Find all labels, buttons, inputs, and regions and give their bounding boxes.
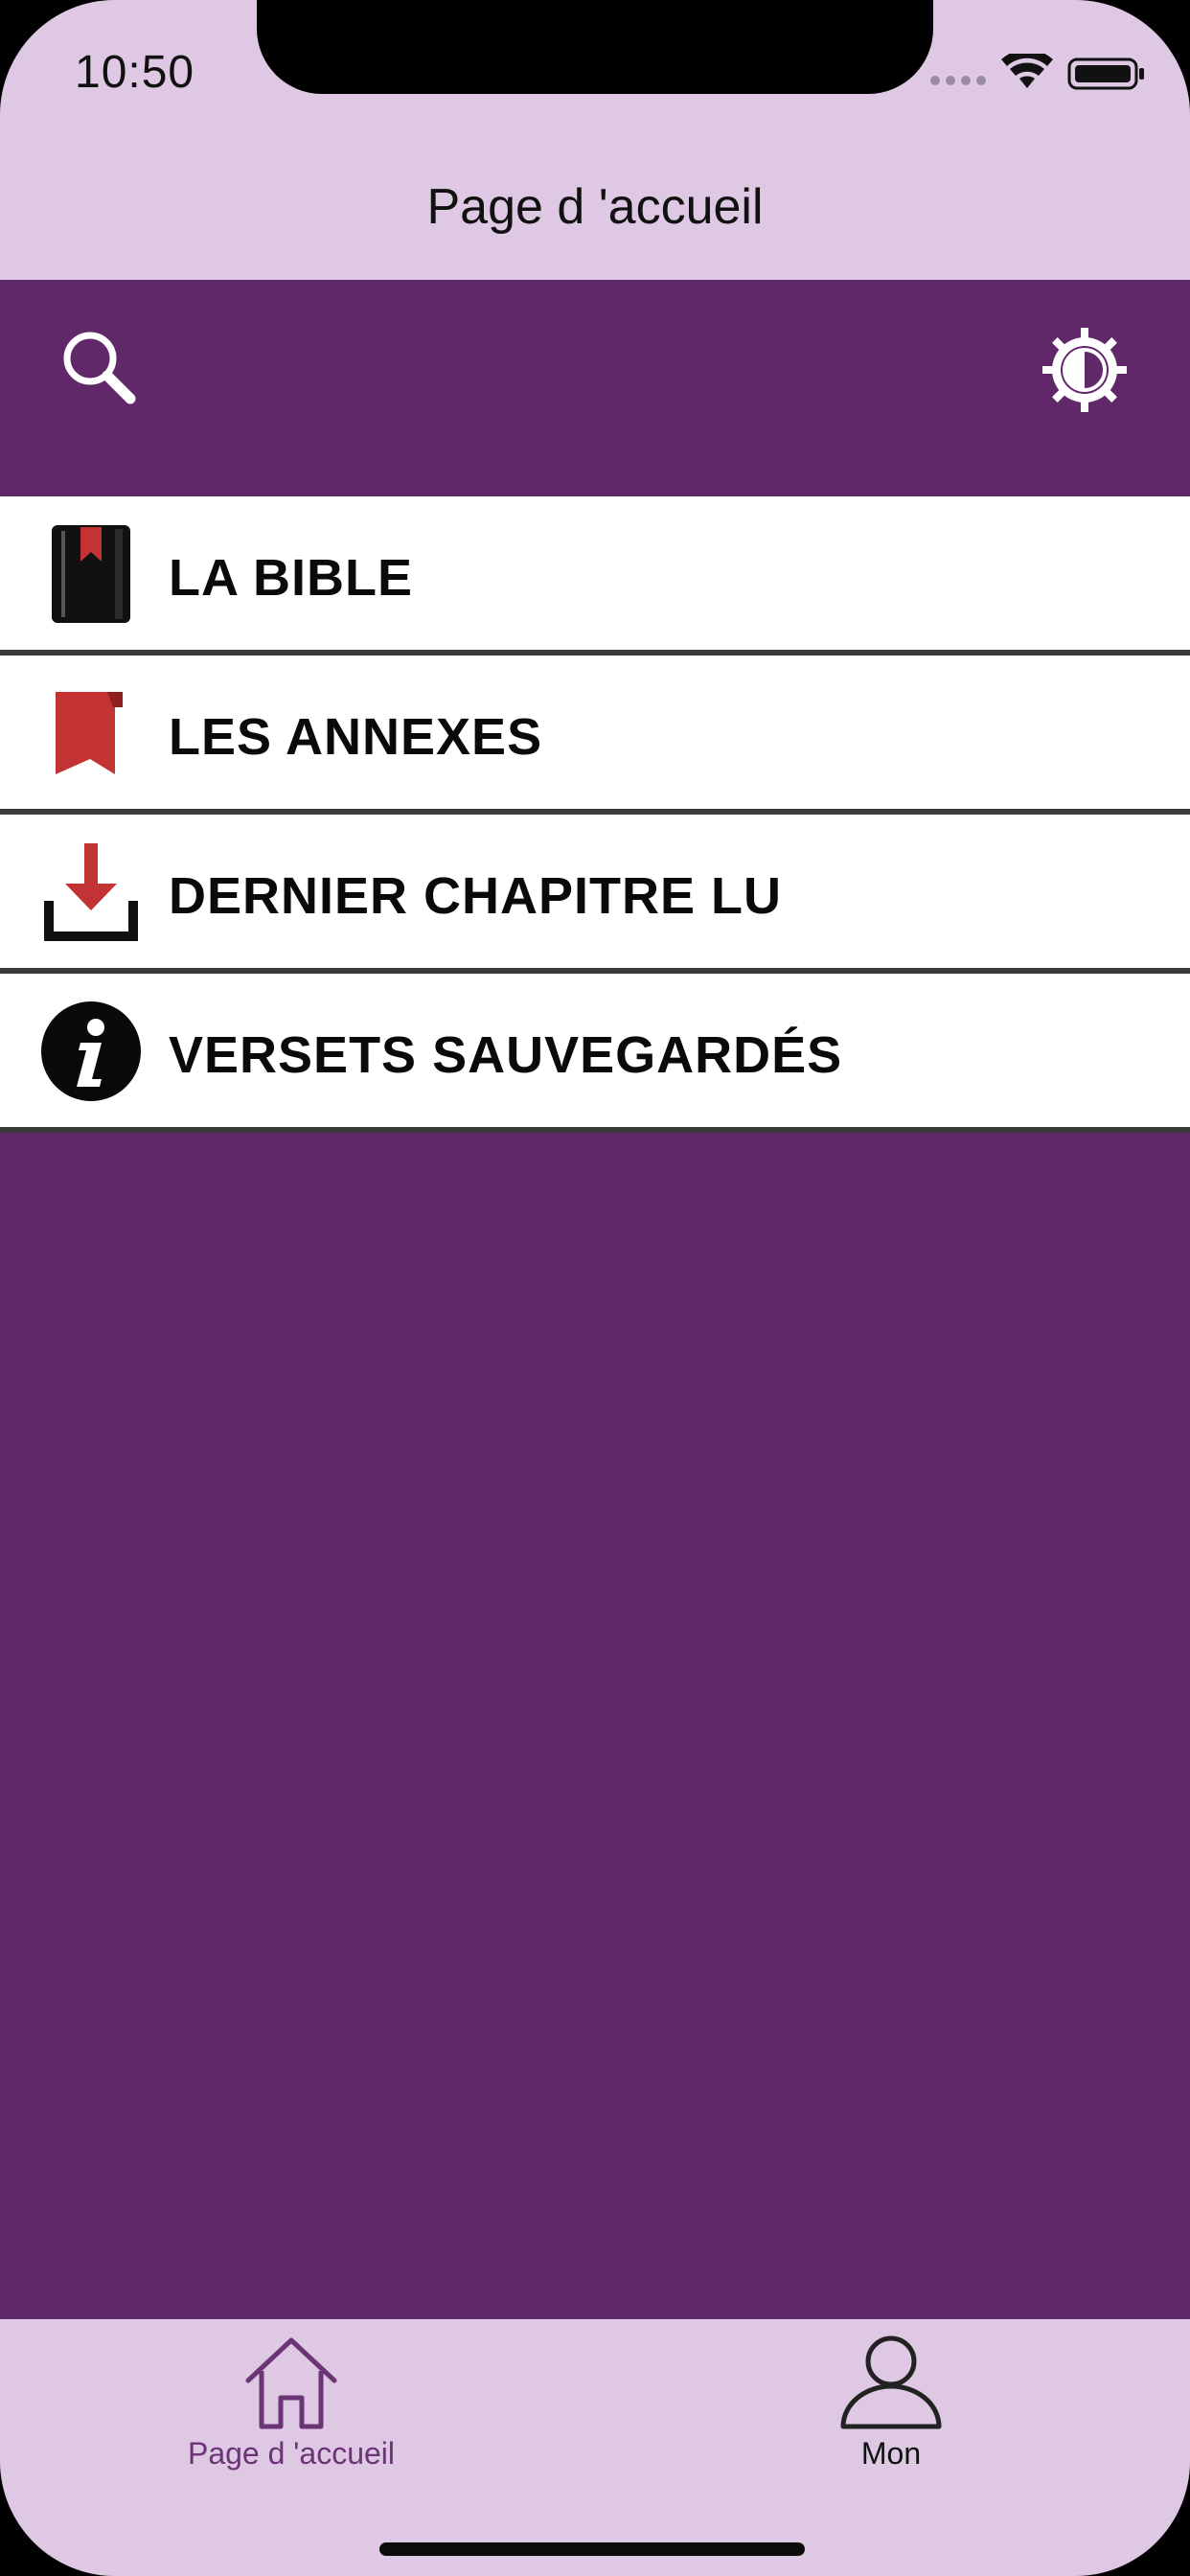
search-icon (63, 332, 136, 404)
user-icon (840, 2335, 942, 2429)
navigation-header: 10:50 Page d 'accueil (0, 0, 1190, 280)
download-icon (44, 843, 138, 941)
menu-item-la-bible[interactable]: LA BIBLE (0, 496, 1190, 656)
menu-item-dernier-chapitre-lu[interactable]: DERNIER CHAPITRE LU (0, 815, 1190, 974)
home-icon (245, 2337, 337, 2429)
tab-bar: Page d 'accueil Mon (0, 2319, 1190, 2576)
page-title: Page d 'accueil (426, 179, 764, 235)
menu-item-label: DERNIER CHAPITRE LU (169, 867, 783, 925)
tab-label: Mon (860, 2436, 922, 2471)
status-time: 10:50 (75, 47, 195, 98)
toolbar (0, 280, 1190, 496)
wifi-icon (1001, 49, 1053, 88)
tab-page-accueil[interactable]: Page d 'accueil (100, 2319, 483, 2492)
device-notch (257, 0, 933, 94)
phone-screen: 10:50 Page d 'accueil LA BIBLE LES ANNEX… (0, 0, 1190, 2576)
menu-item-versets-sauvegardes[interactable]: VERSETS SAUVEGARDÉS (0, 974, 1190, 1133)
tab-mon[interactable]: Mon (699, 2319, 1083, 2492)
status-icons (929, 49, 1150, 92)
bookmark-icon (56, 692, 123, 774)
menu-item-label: LES ANNEXES (169, 708, 543, 766)
theme-toggle-icon (1042, 328, 1127, 412)
signal-icon (930, 76, 986, 85)
menu-item-label: VERSETS SAUVEGARDÉS (169, 1026, 843, 1084)
main-menu: LA BIBLE LES ANNEXES DERNIER CHAPITRE LU (0, 496, 1190, 1133)
info-icon (41, 1001, 141, 1101)
search-button[interactable] (52, 322, 148, 418)
battery-icon (1067, 58, 1144, 90)
menu-item-les-annexes[interactable]: LES ANNEXES (0, 656, 1190, 815)
tab-label: Page d 'accueil (187, 2436, 396, 2471)
home-indicator[interactable] (379, 2542, 805, 2556)
theme-toggle-button[interactable] (1037, 322, 1133, 418)
bible-book-icon (52, 525, 130, 623)
menu-item-label: LA BIBLE (169, 549, 413, 607)
